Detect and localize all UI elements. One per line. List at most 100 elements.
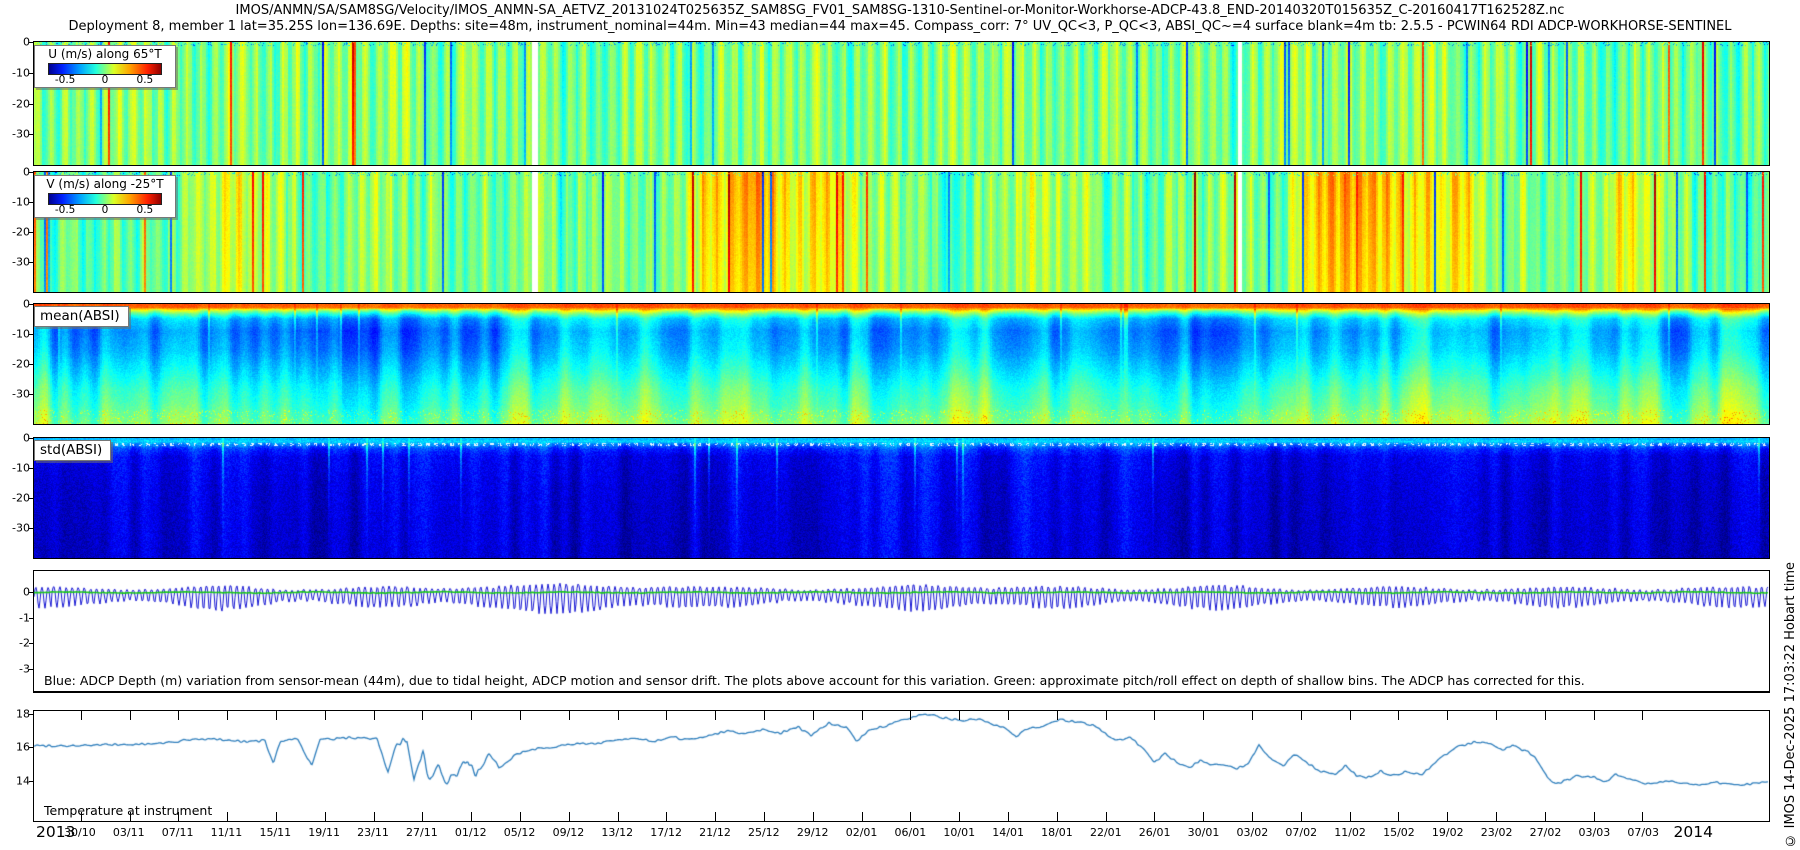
y-tick-mark — [29, 232, 34, 233]
mean-absi-heatmap — [34, 304, 1769, 424]
x-tick-mark — [1642, 711, 1643, 720]
x-tick-mark — [422, 711, 423, 720]
x-tick-label: 06/01 — [895, 826, 927, 839]
y-tick-label: -10 — [0, 462, 30, 475]
year-end-label: 2014 — [1674, 823, 1713, 841]
x-tick-label: 29/12 — [797, 826, 829, 839]
x-tick-label: 26/01 — [1139, 826, 1171, 839]
y-tick-label: -10 — [0, 328, 30, 341]
x-tick-mark — [1008, 812, 1009, 821]
y-tick-label: -30 — [0, 256, 30, 269]
colorbar-tick-label: -0.5 — [55, 204, 76, 216]
x-tick-mark — [862, 711, 863, 720]
x-tick-mark — [569, 711, 570, 720]
u-velocity-panel: U (m/s) along 65°T -0.5 0 0.5 0-10-20-30 — [33, 41, 1770, 166]
x-tick-label: 15/02 — [1383, 826, 1415, 839]
x-tick-mark — [959, 711, 960, 720]
x-tick-mark — [276, 711, 277, 720]
y-tick-label: -20 — [0, 226, 30, 239]
x-tick-mark — [1545, 812, 1546, 821]
x-tick-label: 19/02 — [1432, 826, 1464, 839]
figure-title-line2: Deployment 8, member 1 lat=35.25S lon=13… — [0, 19, 1800, 34]
colorbar-tick-label: 0.5 — [137, 74, 154, 86]
x-axis-labels: 2013 2014 30/1003/1107/1111/1115/1119/11… — [0, 826, 1800, 848]
y-tick-mark — [29, 714, 34, 715]
x-tick-mark — [666, 711, 667, 720]
x-tick-mark — [422, 812, 423, 821]
imos-copyright-watermark: © IMOS 14-Dec-2025 17:03:22 Hobart time — [1783, 562, 1798, 848]
y-tick-label: 14 — [0, 774, 30, 787]
x-tick-label: 14/01 — [992, 826, 1024, 839]
u-legend-title: U (m/s) along 65°T — [35, 46, 175, 61]
x-tick-mark — [715, 812, 716, 821]
x-tick-mark — [276, 812, 277, 821]
x-tick-label: 11/11 — [211, 826, 243, 839]
temperature-panel: Temperature at instrument 181614 — [33, 710, 1770, 822]
x-tick-mark — [1252, 812, 1253, 821]
y-tick-label: 16 — [0, 741, 30, 754]
y-tick-label: -20 — [0, 358, 30, 371]
x-tick-mark — [1447, 812, 1448, 821]
x-tick-mark — [1106, 711, 1107, 720]
y-tick-mark — [29, 262, 34, 263]
x-tick-mark — [959, 812, 960, 821]
x-tick-mark — [1057, 812, 1058, 821]
y-tick-label: -20 — [0, 97, 30, 110]
y-tick-label: 18 — [0, 707, 30, 720]
y-tick-mark — [29, 781, 34, 782]
x-tick-mark — [910, 711, 911, 720]
x-tick-mark — [227, 711, 228, 720]
std-absi-heatmap — [34, 438, 1769, 558]
y-tick-mark — [29, 618, 34, 619]
x-tick-mark — [910, 812, 911, 821]
x-tick-mark — [666, 812, 667, 821]
x-tick-label: 25/12 — [748, 826, 780, 839]
y-tick-label: -30 — [0, 388, 30, 401]
x-tick-mark — [471, 711, 472, 720]
x-tick-label: 03/02 — [1237, 826, 1269, 839]
y-tick-mark — [29, 592, 34, 593]
figure-root: IMOS/ANMN/SA/SAM8SG/Velocity/IMOS_ANMN-S… — [0, 0, 1800, 850]
depth-variation-panel: Blue: ADCP Depth (m) variation from sens… — [33, 570, 1770, 693]
mean-absi-panel: mean(ABSI) 0-10-20-30 — [33, 303, 1770, 425]
figure-title-line1: IMOS/ANMN/SA/SAM8SG/Velocity/IMOS_ANMN-S… — [0, 3, 1800, 18]
x-tick-mark — [178, 711, 179, 720]
x-tick-mark — [325, 812, 326, 821]
y-tick-label: -30 — [0, 522, 30, 535]
x-tick-mark — [813, 711, 814, 720]
y-tick-mark — [29, 172, 34, 173]
x-tick-mark — [715, 711, 716, 720]
x-tick-mark — [1545, 711, 1546, 720]
mean-absi-label: mean(ABSI) — [34, 306, 129, 327]
x-tick-label: 11/02 — [1334, 826, 1366, 839]
y-tick-label: 0 — [0, 166, 30, 179]
x-tick-mark — [618, 711, 619, 720]
y-tick-label: 0 — [0, 586, 30, 599]
x-tick-label: 17/12 — [650, 826, 682, 839]
x-tick-mark — [1252, 711, 1253, 720]
y-tick-label: 0 — [0, 36, 30, 49]
x-tick-label: 10/01 — [943, 826, 975, 839]
x-tick-mark — [1057, 711, 1058, 720]
u-colorbar-legend: U (m/s) along 65°T -0.5 0 0.5 — [34, 45, 176, 88]
x-tick-mark — [1594, 812, 1595, 821]
x-tick-mark — [813, 812, 814, 821]
y-tick-label: -3 — [0, 662, 30, 675]
x-tick-mark — [1203, 711, 1204, 720]
x-tick-label: 09/12 — [553, 826, 585, 839]
x-tick-mark — [618, 812, 619, 821]
y-tick-mark — [29, 438, 34, 439]
x-tick-label: 15/11 — [259, 826, 291, 839]
x-tick-label: 03/03 — [1578, 826, 1610, 839]
x-tick-label: 30/10 — [64, 826, 96, 839]
colorbar-tick-label: 0.5 — [137, 204, 154, 216]
v-velocity-panel: V (m/s) along -25°T -0.5 0 0.5 0-10-20-3… — [33, 171, 1770, 293]
x-tick-mark — [1154, 812, 1155, 821]
x-tick-mark — [569, 812, 570, 821]
temperature-label: Temperature at instrument — [44, 803, 212, 818]
x-tick-mark — [325, 711, 326, 720]
y-tick-label: -30 — [0, 128, 30, 141]
x-tick-mark — [862, 812, 863, 821]
y-tick-mark — [29, 134, 34, 135]
x-tick-mark — [1301, 711, 1302, 720]
